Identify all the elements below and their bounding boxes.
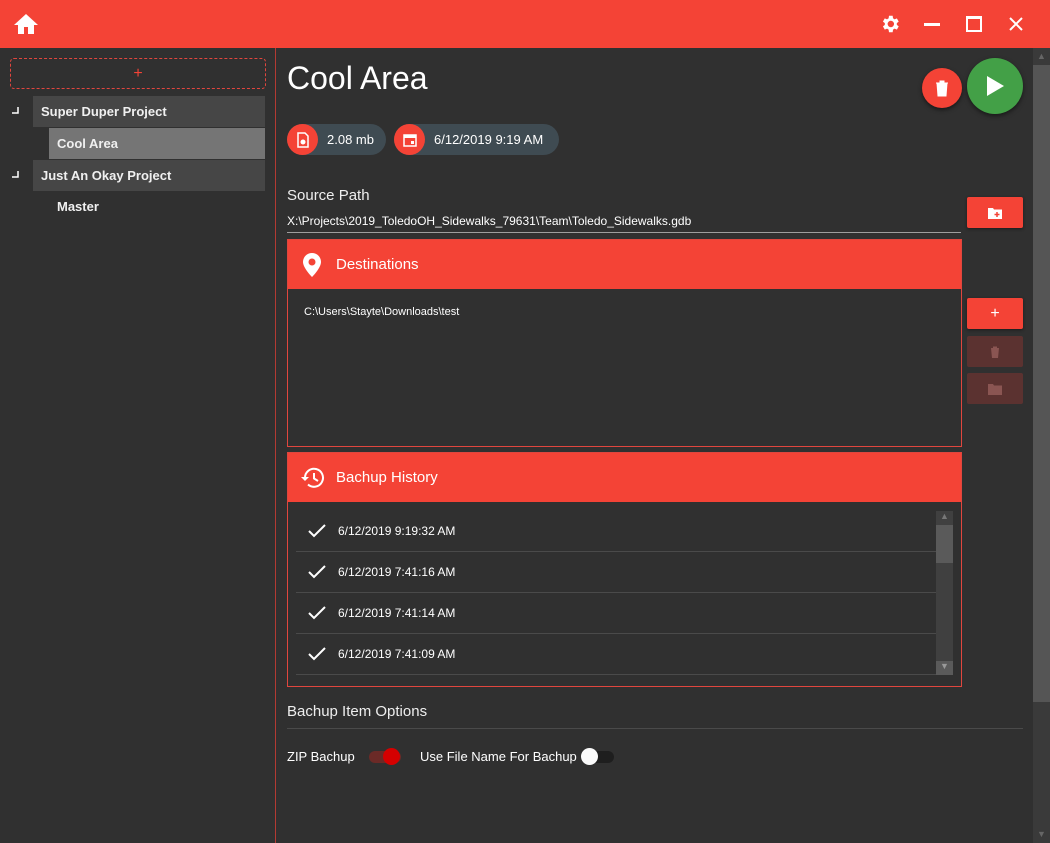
options-title: Bachup Item Options [287,703,428,720]
trash-icon [936,80,948,97]
maximize-icon[interactable] [960,10,988,38]
history-icon [288,466,336,490]
add-project-label: + [133,64,143,82]
browse-destination-button[interactable] [967,373,1023,404]
main-scrollbar[interactable]: ▲ ▼ [1033,48,1050,843]
project-sidebar: + Super Duper Project Cool Area Just An … [0,48,276,843]
destinations-title: Destinations [336,256,419,273]
scroll-up-icon[interactable]: ▲ [1033,48,1050,65]
page-title: Cool Area [287,60,428,96]
source-path-label: Source Path [287,187,370,204]
history-timestamp: 6/12/2019 7:41:16 AM [338,565,456,579]
close-icon[interactable] [1002,10,1030,38]
history-scrollbar[interactable]: ▲ ▼ [936,511,953,675]
zip-backup-toggle[interactable] [368,748,402,766]
history-row[interactable]: 6/12/2019 7:41:16 AM [296,552,936,593]
calendar-icon [394,124,425,155]
checkmark-icon [296,647,338,661]
tree-item-label: Just An Okay Project [41,168,172,183]
tree-item-project[interactable]: Just An Okay Project [33,160,265,191]
gear-icon[interactable] [876,10,904,38]
add-destination-label: + [990,304,1000,322]
scroll-down-icon[interactable]: ▼ [936,661,953,675]
options-divider [287,728,1023,729]
history-timestamp: 6/12/2019 7:41:14 AM [338,606,456,620]
add-destination-button[interactable]: + [967,298,1023,329]
checkmark-icon [296,606,338,620]
history-card: Bachup History 6/12/2019 9:19:32 AM 6/12… [287,452,962,687]
history-timestamp: 6/12/2019 7:41:09 AM [338,647,456,661]
add-project-button[interactable]: + [10,58,266,89]
destinations-header: Destinations [288,240,961,289]
file-size-icon [287,124,318,155]
folder-plus-icon [988,383,1002,395]
tree-item-label: Master [57,199,99,214]
date-chip: 6/12/2019 9:19 AM [394,124,559,155]
source-path-field[interactable]: X:\Projects\2019_ToledoOH_Sidewalks_7963… [287,214,961,233]
zip-backup-label: ZIP Bachup [287,749,355,764]
tree-item-label: Super Duper Project [41,104,167,119]
size-chip-text: 2.08 mb [327,132,374,147]
expand-arrow-icon[interactable] [12,107,20,115]
folder-plus-icon [988,207,1002,219]
home-icon[interactable] [12,10,40,38]
history-row[interactable]: 6/12/2019 9:19:32 AM [296,511,936,552]
history-row[interactable]: 6/12/2019 7:41:14 AM [296,593,936,634]
scroll-thumb[interactable] [1033,65,1050,702]
scroll-up-icon[interactable]: ▲ [936,511,953,525]
checkmark-icon [296,565,338,579]
trash-icon [990,346,1000,358]
checkmark-icon [296,524,338,538]
destination-path: C:\Users\Stayte\Downloads\test [304,306,460,318]
tree-item-area[interactable]: Master [49,191,265,222]
history-header: Bachup History [288,453,961,502]
browse-source-button[interactable] [967,197,1023,228]
scroll-down-icon[interactable]: ▼ [1033,826,1050,843]
size-chip: 2.08 mb [287,124,386,155]
play-icon [987,76,1004,96]
history-timestamp: 6/12/2019 9:19:32 AM [338,524,456,538]
title-bar [0,0,1050,48]
history-title: Bachup History [336,469,438,486]
history-row[interactable]: 6/12/2019 7:41:09 AM [296,634,936,675]
destination-item[interactable]: C:\Users\Stayte\Downloads\test [288,289,961,335]
date-chip-text: 6/12/2019 9:19 AM [434,132,544,147]
main-panel: Cool Area 2.08 mb 6/12/2019 9:19 AM Sour… [277,48,1033,843]
tree-item-label: Cool Area [57,136,118,151]
tree-item-area-selected[interactable]: Cool Area [49,128,265,159]
run-backup-button[interactable] [967,58,1023,114]
minimize-icon[interactable] [918,10,946,38]
destinations-card: Destinations C:\Users\Stayte\Downloads\t… [287,239,962,447]
scroll-thumb[interactable] [936,525,953,563]
remove-destination-button[interactable] [967,336,1023,367]
delete-item-button[interactable] [922,68,962,108]
location-pin-icon [288,252,336,277]
tree-item-project[interactable]: Super Duper Project [33,96,265,127]
expand-arrow-icon[interactable] [12,171,20,179]
filename-backup-toggle[interactable] [581,748,615,766]
filename-backup-label: Use File Name For Bachup [420,749,577,764]
